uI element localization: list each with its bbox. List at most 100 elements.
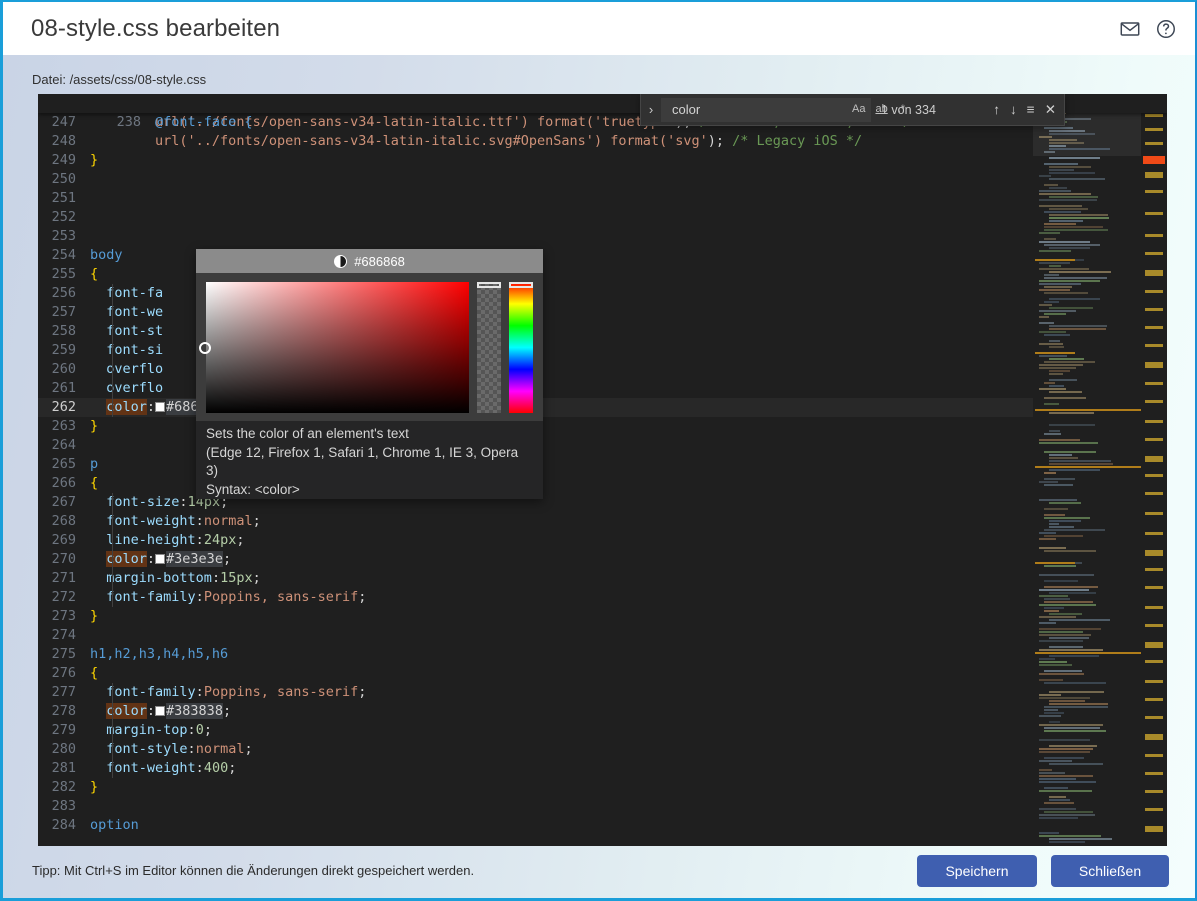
code-token: normal bbox=[203, 513, 253, 529]
hue-gradient bbox=[509, 282, 533, 413]
minimap-code-line bbox=[1039, 724, 1103, 726]
find-input-wrapper[interactable]: Aa ab .* bbox=[661, 97, 905, 122]
overview-match-mark bbox=[1145, 474, 1163, 477]
code-token: : bbox=[195, 513, 204, 529]
opacity-handle[interactable] bbox=[477, 282, 501, 288]
minimap-code-line bbox=[1044, 757, 1085, 759]
minimap-code-line bbox=[1039, 673, 1084, 675]
code-line[interactable]: 273} bbox=[38, 607, 1033, 626]
overview-ruler[interactable] bbox=[1141, 94, 1167, 846]
code-line[interactable]: 268 font-weight:normal; bbox=[38, 512, 1033, 531]
minimap-code-line bbox=[1049, 523, 1060, 525]
regex-icon[interactable]: .* bbox=[896, 103, 907, 116]
previous-match-icon[interactable]: ↑ bbox=[993, 102, 1000, 117]
minimap-code-line bbox=[1039, 532, 1056, 534]
line-number: 278 bbox=[51, 703, 76, 719]
code-token: ; bbox=[358, 589, 367, 605]
code-token: : bbox=[187, 741, 196, 757]
color-swatch-icon[interactable] bbox=[155, 706, 166, 716]
code-line[interactable]: 253 bbox=[38, 227, 1033, 246]
minimap-code-line bbox=[1039, 190, 1072, 192]
line-number: 254 bbox=[51, 247, 76, 263]
saturation-handle[interactable] bbox=[199, 341, 211, 354]
minimap-code-line bbox=[1044, 706, 1109, 708]
help-icon[interactable] bbox=[1155, 18, 1177, 40]
code-line[interactable]: 284 option bbox=[38, 816, 1033, 835]
saturation-area[interactable] bbox=[199, 282, 469, 413]
save-button[interactable]: Speichern bbox=[917, 854, 1037, 887]
minimap-code-line bbox=[1039, 289, 1071, 291]
minimap-code-line bbox=[1044, 277, 1108, 279]
code-token: ; bbox=[252, 570, 261, 586]
code-line[interactable]: 275 h1,h2,h3,h4,h5,h6 bbox=[38, 645, 1033, 664]
code-line[interactable]: 282} bbox=[38, 778, 1033, 797]
code-token: { bbox=[90, 665, 99, 681]
code-token: 0 bbox=[195, 722, 204, 738]
minimap-code-line bbox=[1039, 664, 1072, 666]
line-number: 250 bbox=[51, 171, 76, 187]
hue-strip[interactable] bbox=[509, 282, 533, 413]
line-number: 273 bbox=[51, 608, 76, 624]
code-line[interactable]: 251 bbox=[38, 189, 1033, 208]
code-token: : bbox=[179, 494, 188, 510]
code-line[interactable]: 281 font-weight:400; bbox=[38, 759, 1033, 778]
overview-match-mark bbox=[1145, 660, 1163, 663]
minimap-code-line bbox=[1039, 769, 1053, 771]
code-token: font-si bbox=[106, 342, 164, 358]
code-line[interactable]: 271 margin-bottom:15px; bbox=[38, 569, 1033, 588]
code-editor[interactable]: 246 url('../fonts/open-sans-v34-latin-it… bbox=[38, 94, 1167, 846]
code-line[interactable]: 279 margin-top:0; bbox=[38, 721, 1033, 740]
code-line[interactable]: 278 color: #383838; bbox=[38, 702, 1033, 721]
editor-minimap[interactable] bbox=[1033, 94, 1141, 846]
find-widget[interactable]: › Aa ab .* 1 von 334 ↑ ↓ ≡ ✕ bbox=[640, 94, 1065, 126]
line-number: 267 bbox=[51, 494, 76, 510]
overview-match-mark bbox=[1145, 826, 1163, 832]
code-line[interactable]: 249} bbox=[38, 151, 1033, 170]
find-in-selection-icon[interactable]: ≡ bbox=[1027, 102, 1035, 117]
close-button[interactable]: Schließen bbox=[1051, 854, 1169, 887]
code-line[interactable]: 250 bbox=[38, 170, 1033, 189]
code-line[interactable]: 272 font-family:Poppins, sans-serif; bbox=[38, 588, 1033, 607]
minimap-code-line bbox=[1044, 712, 1065, 714]
code-line[interactable]: 274 bbox=[38, 626, 1033, 645]
overview-match-mark bbox=[1145, 142, 1163, 145]
code-line[interactable]: 269 line-height:24px; bbox=[38, 531, 1033, 550]
code-line[interactable]: 276 { bbox=[38, 664, 1033, 683]
code-token: url( bbox=[90, 133, 188, 149]
overview-match-mark bbox=[1145, 642, 1163, 648]
header-icon-group bbox=[1119, 18, 1177, 40]
hue-handle[interactable] bbox=[509, 282, 533, 288]
opacity-strip[interactable] bbox=[477, 282, 501, 413]
minimap-code-line bbox=[1049, 307, 1093, 309]
whole-word-icon[interactable]: ab bbox=[873, 103, 889, 116]
indent-guide bbox=[112, 759, 113, 778]
code-text: { bbox=[90, 665, 98, 681]
code-line[interactable]: 252 bbox=[38, 208, 1033, 227]
minimap-code-line bbox=[1039, 304, 1052, 306]
next-match-icon[interactable]: ↓ bbox=[1010, 102, 1017, 117]
code-line[interactable]: 280 font-style:normal; bbox=[38, 740, 1033, 759]
close-find-icon[interactable]: ✕ bbox=[1045, 102, 1056, 118]
color-picker-popup[interactable]: #686868 Sets the color of an element's t… bbox=[196, 249, 543, 499]
color-swatch-icon[interactable] bbox=[155, 554, 166, 564]
overview-match-mark bbox=[1145, 212, 1163, 215]
indent-guide bbox=[112, 303, 113, 322]
find-input[interactable] bbox=[670, 101, 850, 118]
css-property-tooltip: Sets the color of an element's text (Edg… bbox=[196, 421, 543, 499]
code-line[interactable]: 248 url('../fonts/open-sans-v34-latin-it… bbox=[38, 132, 1033, 151]
code-line[interactable]: 270 color: #3e3e3e; bbox=[38, 550, 1033, 569]
code-line[interactable]: 283 bbox=[38, 797, 1033, 816]
color-swatch-icon[interactable] bbox=[155, 402, 166, 412]
line-number: 283 bbox=[51, 798, 76, 814]
color-picker-body[interactable] bbox=[196, 273, 543, 421]
code-text: h1,h2,h3,h4,h5,h6 bbox=[90, 646, 228, 662]
mail-icon[interactable] bbox=[1119, 18, 1141, 40]
toggle-replace-icon[interactable]: › bbox=[641, 94, 661, 126]
line-number: 274 bbox=[51, 627, 76, 643]
code-line[interactable]: 277 font-family:Poppins, sans-serif; bbox=[38, 683, 1033, 702]
match-case-icon[interactable]: Aa bbox=[850, 103, 867, 116]
minimap-code-line bbox=[1049, 247, 1091, 249]
minimap-search-match bbox=[1035, 352, 1075, 354]
